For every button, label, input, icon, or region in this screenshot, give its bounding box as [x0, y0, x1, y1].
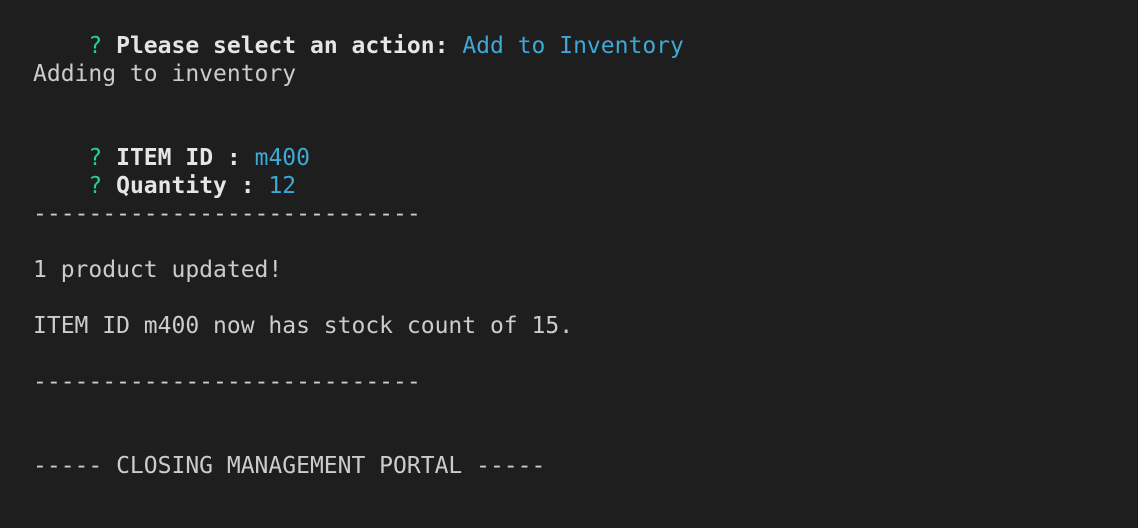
divider-top: ----------------------------	[33, 201, 421, 227]
adding-status-line: Adding to inventory	[33, 61, 297, 87]
item-id-prompt-line: ? ITEM ID : m400	[33, 116, 310, 171]
quantity-label: Quantity :	[116, 173, 255, 199]
prompt-marker: ?	[88, 173, 103, 199]
divider-bottom: ----------------------------	[33, 369, 421, 395]
stock-message: ITEM ID m400 now has stock count of 15.	[33, 313, 574, 339]
quantity-prompt-line: ? Quantity : 12	[33, 144, 296, 199]
result-message: 1 product updated!	[33, 257, 283, 283]
action-prompt-line: ? Please select an action: Add to Invent…	[33, 4, 683, 59]
action-prompt-label: Please select an action:	[116, 33, 449, 59]
closing-banner: ----- CLOSING MANAGEMENT PORTAL -----	[33, 453, 546, 479]
action-prompt-answer: Add to Inventory	[462, 33, 684, 59]
quantity-answer: 12	[268, 173, 297, 199]
prompt-marker: ?	[88, 33, 103, 59]
terminal-window[interactable]: ? Please select an action: Add to Invent…	[0, 0, 1138, 528]
